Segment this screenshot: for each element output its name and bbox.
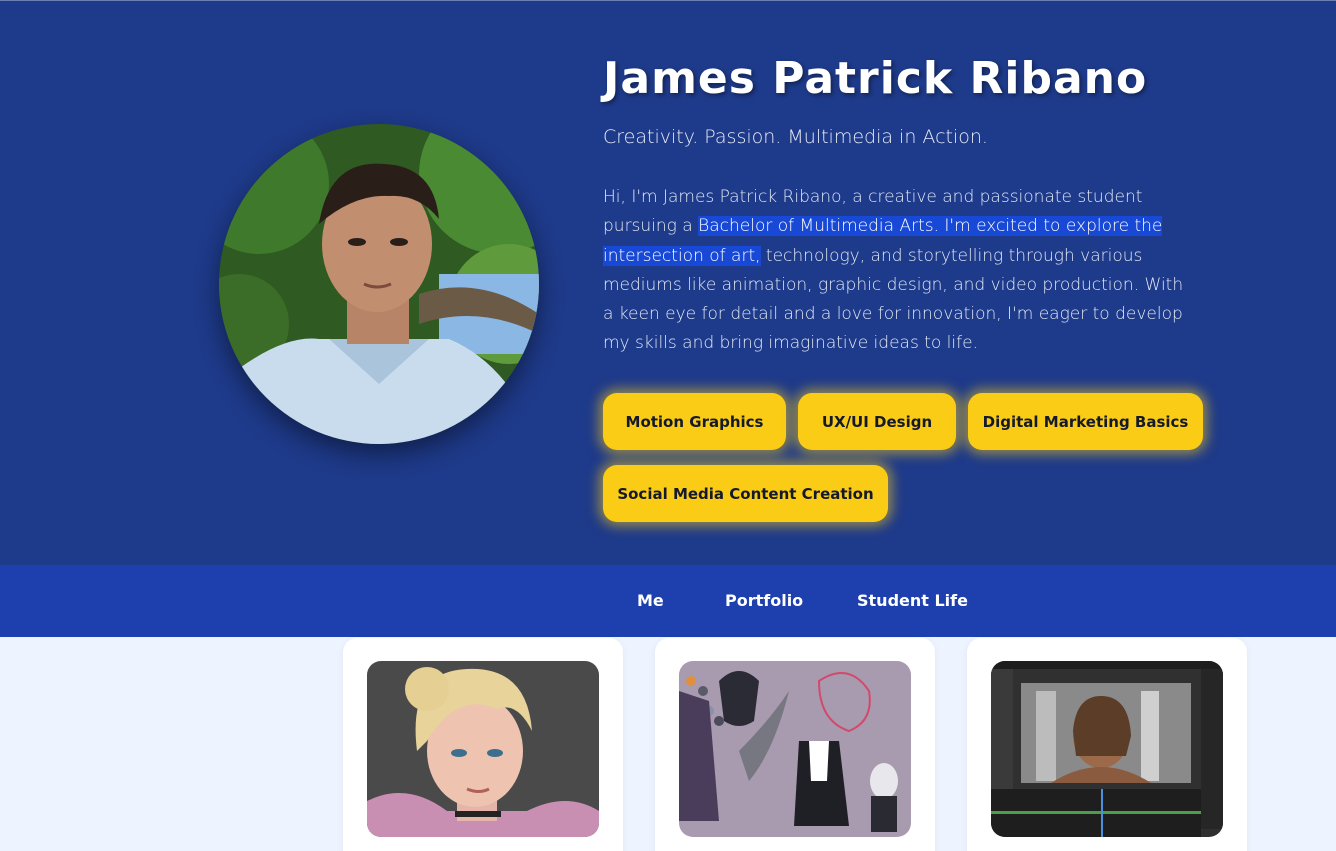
profile-name: James Patrick Ribano <box>603 53 1148 104</box>
portfolio-thumbnail <box>991 661 1223 837</box>
portfolio-card[interactable] <box>967 638 1247 851</box>
hero-section: James Patrick Ribano Creativity. Passion… <box>0 0 1336 565</box>
profile-tagline: Creativity. Passion. Multimedia in Actio… <box>603 126 988 148</box>
character-design-sheet-thumbnail-icon <box>679 661 911 837</box>
skill-motion-graphics[interactable]: Motion Graphics <box>603 393 786 450</box>
3d-character-render-thumbnail-icon <box>367 661 599 837</box>
profile-photo <box>219 124 539 444</box>
profile-photo-icon <box>219 124 539 444</box>
main-nav: Me Portfolio Student Life <box>0 565 1336 637</box>
portfolio-grid <box>0 637 1336 851</box>
portfolio-thumbnail <box>679 661 911 837</box>
nav-item-student-life[interactable]: Student Life <box>857 591 968 610</box>
animation-software-screenshot-thumbnail-icon <box>991 661 1223 837</box>
nav-item-me[interactable]: Me <box>637 591 664 610</box>
portfolio-thumbnail <box>367 661 599 837</box>
skill-digital-marketing[interactable]: Digital Marketing Basics <box>968 393 1203 450</box>
skill-social-media[interactable]: Social Media Content Creation <box>603 465 888 522</box>
profile-bio: Hi, I'm James Patrick Ribano, a creative… <box>603 183 1193 359</box>
portfolio-card[interactable] <box>343 638 623 851</box>
portfolio-card[interactable] <box>655 638 935 851</box>
nav-item-portfolio[interactable]: Portfolio <box>725 591 803 610</box>
skill-ux-ui-design[interactable]: UX/UI Design <box>798 393 956 450</box>
